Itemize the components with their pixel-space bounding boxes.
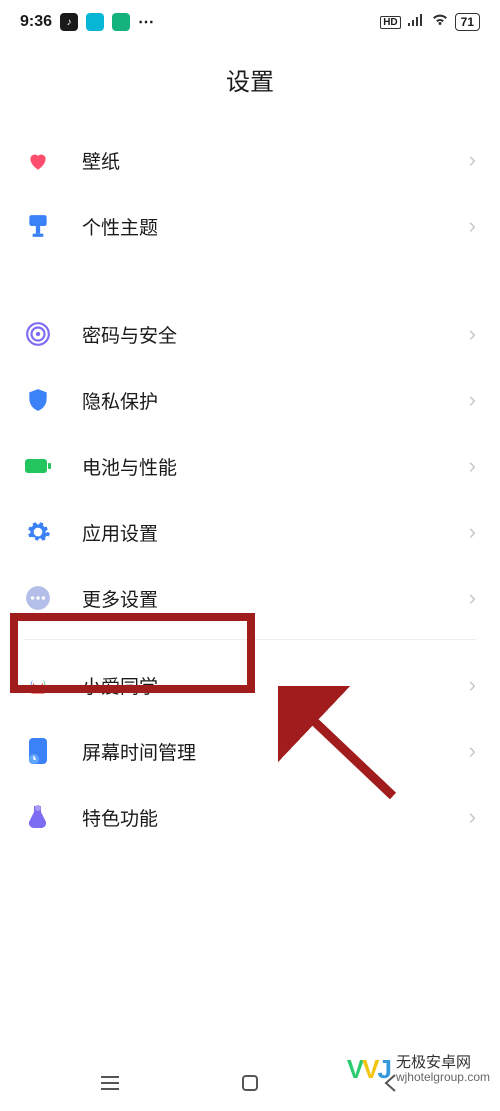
nav-home-button[interactable]	[230, 1063, 270, 1103]
mi-home-icon	[112, 13, 130, 31]
chevron-right-icon: ›	[469, 387, 476, 413]
chevron-right-icon: ›	[469, 213, 476, 239]
settings-item-password-security[interactable]: 密码与安全 ›	[0, 301, 500, 367]
list-item-label: 个性主题	[82, 213, 469, 240]
list-item-label: 隐私保护	[82, 387, 469, 414]
watermark-text: 无极安卓网 wjhotelgroup.com	[396, 1055, 490, 1085]
page-title: 设置	[0, 40, 500, 127]
chevron-right-icon: ›	[469, 147, 476, 173]
chevron-right-icon: ›	[469, 738, 476, 764]
divider	[24, 639, 476, 640]
list-item-label: 特色功能	[82, 804, 469, 831]
list-item-label: 壁纸	[82, 147, 469, 174]
fingerprint-icon	[24, 320, 52, 348]
list-item-label: 屏幕时间管理	[82, 738, 469, 765]
watermark-logo: VVJ	[347, 1054, 390, 1085]
xiaoai-icon	[24, 671, 52, 699]
list-item-label: 应用设置	[82, 519, 469, 546]
settings-item-more-settings[interactable]: 更多设置 ›	[0, 565, 500, 631]
wifi-icon	[431, 13, 449, 32]
more-icon	[24, 584, 52, 612]
settings-list: 壁纸 › 个性主题 › 密码与安全 › 隐私保护 › 电池与性能 ›	[0, 127, 500, 850]
battery-indicator: 71	[455, 13, 480, 31]
signal-icon	[407, 13, 425, 32]
chevron-right-icon: ›	[469, 453, 476, 479]
shield-icon	[24, 386, 52, 414]
chevron-right-icon: ›	[469, 519, 476, 545]
message-app-icon	[86, 13, 104, 31]
status-right: HD 71	[380, 13, 480, 32]
settings-item-special-features[interactable]: 特色功能 ›	[0, 784, 500, 850]
battery-icon	[24, 452, 52, 480]
more-notifications-icon: ⋯	[138, 12, 156, 32]
flask-icon	[24, 803, 52, 831]
watermark: VVJ 无极安卓网 wjhotelgroup.com	[347, 1054, 490, 1085]
chevron-right-icon: ›	[469, 672, 476, 698]
settings-item-privacy[interactable]: 隐私保护 ›	[0, 367, 500, 433]
status-bar: 9:36 ♪ ⋯ HD 71	[0, 0, 500, 40]
chevron-right-icon: ›	[469, 585, 476, 611]
list-item-label: 更多设置	[82, 585, 469, 612]
settings-item-themes[interactable]: 个性主题 ›	[0, 193, 500, 259]
chevron-right-icon: ›	[469, 804, 476, 830]
screen-time-icon	[24, 737, 52, 765]
settings-item-battery-perf[interactable]: 电池与性能 ›	[0, 433, 500, 499]
chevron-right-icon: ›	[469, 321, 476, 347]
settings-item-xiaoai[interactable]: 小爱同学 ›	[0, 652, 500, 718]
list-item-label: 电池与性能	[82, 453, 469, 480]
themes-icon	[24, 212, 52, 240]
wallpaper-icon	[24, 146, 52, 174]
gear-icon	[24, 518, 52, 546]
status-time: 9:36	[20, 13, 52, 31]
settings-item-wallpaper[interactable]: 壁纸 ›	[0, 127, 500, 193]
hd-indicator: HD	[380, 16, 400, 29]
nav-recents-button[interactable]	[90, 1063, 130, 1103]
status-left: 9:36 ♪ ⋯	[20, 12, 156, 32]
list-item-label: 小爱同学	[82, 672, 469, 699]
list-item-label: 密码与安全	[82, 321, 469, 348]
tiktok-icon: ♪	[60, 13, 78, 31]
settings-item-app-settings[interactable]: 应用设置 ›	[0, 499, 500, 565]
settings-item-screen-time[interactable]: 屏幕时间管理 ›	[0, 718, 500, 784]
